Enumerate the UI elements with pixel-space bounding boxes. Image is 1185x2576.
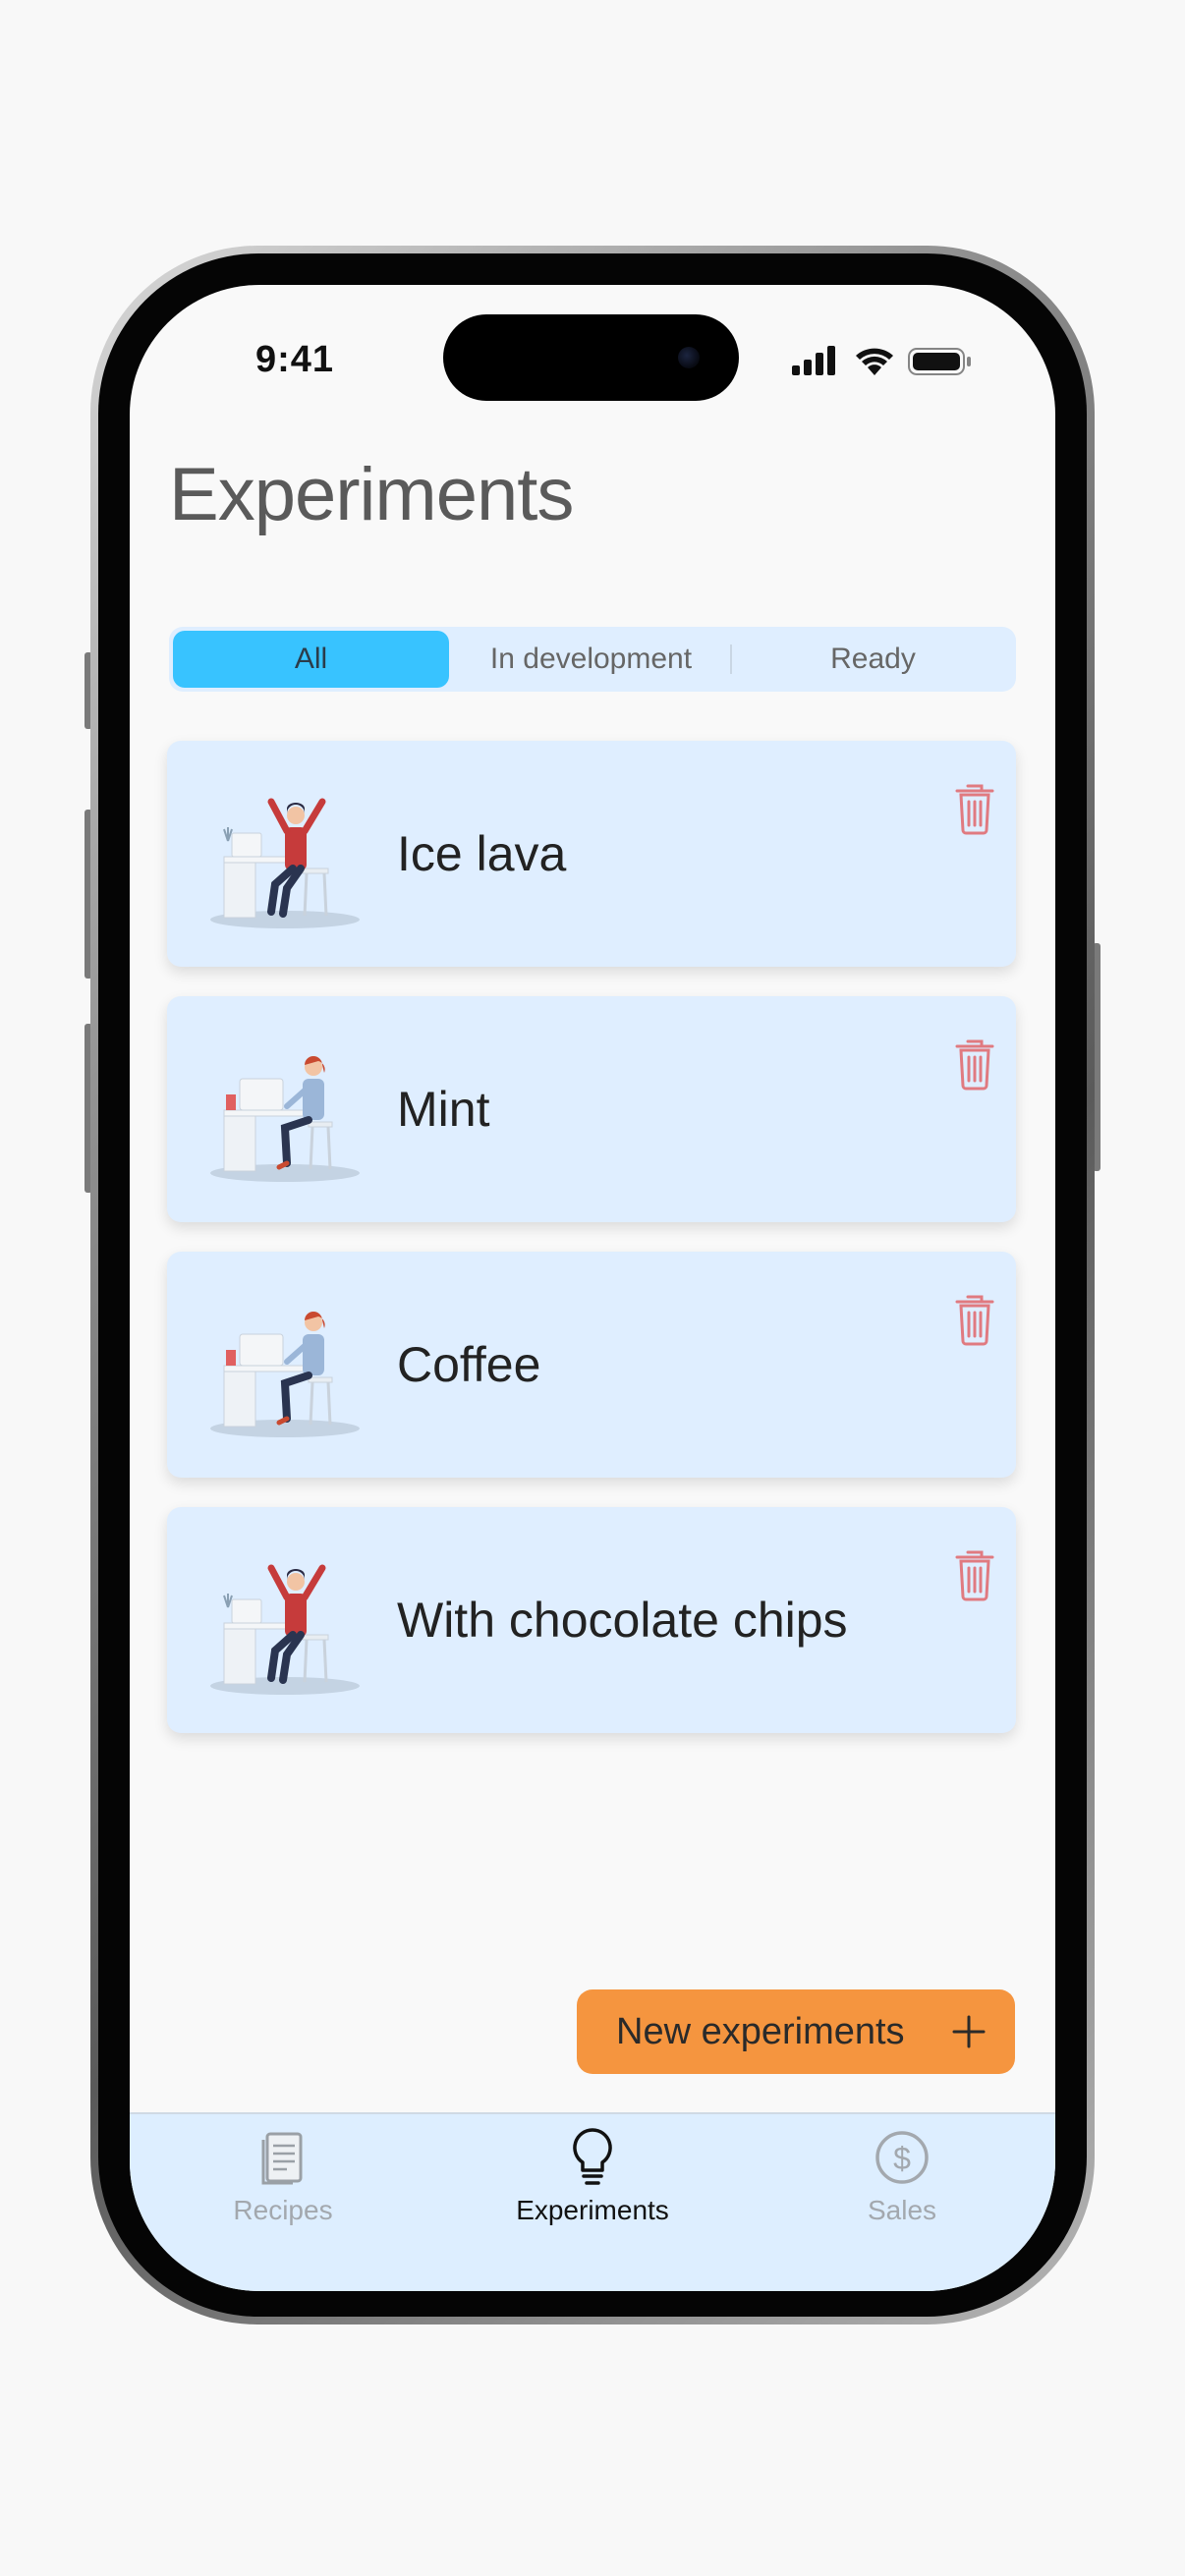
lightbulb-icon (573, 2128, 612, 2185)
segment-divider (730, 644, 732, 674)
phone-screen: 9:41 Experiments All In development Read… (130, 285, 1055, 2291)
experiment-card[interactable]: With chocolate chips (167, 1507, 1016, 1733)
experiment-name: Mint (397, 1082, 490, 1137)
segment-all[interactable]: All (173, 631, 449, 688)
trash-icon[interactable] (953, 1036, 996, 1091)
new-experiment-button[interactable]: New experiments (577, 1989, 1015, 2074)
filter-segmented-control: All In development Ready (169, 627, 1016, 692)
experiment-name: Ice lava (397, 826, 567, 881)
dynamic-island (443, 314, 739, 401)
trash-icon[interactable] (953, 1291, 996, 1346)
new-experiment-label: New experiments (616, 2011, 905, 2052)
tab-experiments-label: Experiments (516, 2195, 669, 2225)
plus-icon (952, 2015, 986, 2048)
dollar-coin-icon: $ (875, 2131, 929, 2184)
person-cheering-at-desk-illustration (210, 798, 360, 928)
battery-icon (908, 348, 971, 375)
tab-sales-label: Sales (867, 2195, 937, 2225)
person-cheering-at-desk-illustration (210, 1564, 360, 1695)
tab-sales[interactable]: $ Sales (784, 2114, 1020, 2252)
status-icons (792, 346, 971, 375)
svg-text:$: $ (893, 2141, 911, 2176)
trash-icon[interactable] (953, 1546, 996, 1601)
tab-recipes-label: Recipes (233, 2195, 333, 2225)
cellular-signal-icon (792, 346, 835, 375)
page-title: Experiments (169, 453, 574, 536)
recipe-book-icon (261, 2132, 303, 2185)
front-camera (678, 347, 700, 368)
experiment-card[interactable]: Mint (167, 996, 1016, 1222)
tab-bar: Recipes Experiments $ Sales (130, 2112, 1055, 2291)
person-working-at-desk-illustration (210, 1312, 360, 1437)
experiment-card[interactable]: Ice lava (167, 741, 1016, 967)
trash-icon[interactable] (953, 780, 996, 835)
tab-recipes[interactable]: Recipes (165, 2114, 401, 2252)
person-working-at-desk-illustration (210, 1056, 360, 1182)
wifi-icon (856, 348, 893, 375)
segment-ready[interactable]: Ready (733, 631, 1013, 688)
experiment-name: Coffee (397, 1337, 541, 1392)
status-time: 9:41 (255, 339, 335, 380)
experiment-name: With chocolate chips (397, 1593, 848, 1648)
tab-experiments[interactable]: Experiments (475, 2114, 710, 2252)
experiment-card[interactable]: Coffee (167, 1252, 1016, 1478)
segment-in-development[interactable]: In development (451, 631, 731, 688)
